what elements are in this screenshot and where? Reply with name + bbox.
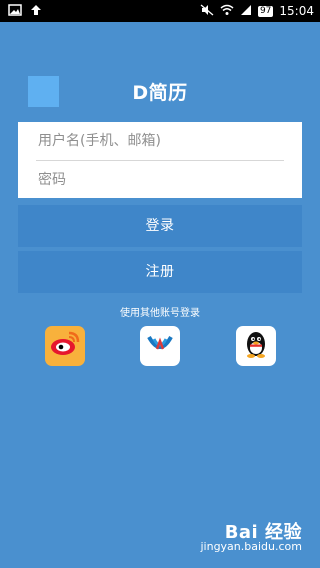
weibo-icon [48,327,82,365]
mute-icon [200,4,214,19]
status-bar: 97 15:04 [0,0,320,22]
password-row [18,161,302,199]
other-login-label: 使用其他账号登录 [120,308,200,319]
wb-social-icon [143,327,177,365]
username-input[interactable] [36,127,286,155]
login-button[interactable]: 登录 [18,205,302,247]
watermark-url: jingyan.baidu.com [200,540,302,553]
picture-notification-icon [8,3,22,19]
watermark-brand: Bai 经验 [224,522,302,543]
signal-icon [240,4,252,19]
status-time: 15:04 [279,4,314,18]
login-form-card [18,122,302,198]
status-left [0,3,42,19]
username-row [18,122,302,160]
wb-social-login-button[interactable] [140,326,180,366]
status-right: 97 15:04 [200,4,320,19]
wifi-icon [220,4,234,19]
app-title: D简历 [132,82,188,104]
app-header: D简历 [0,70,320,114]
baidu-jingyan-watermark: Bai 经验 jingyan.baidu.com [200,522,302,554]
qq-icon [239,327,273,365]
weibo-login-button[interactable] [45,326,85,366]
password-input[interactable] [36,166,286,194]
register-button[interactable]: 注册 [18,251,302,293]
qq-login-button[interactable] [236,326,276,366]
upload-arrow-icon [30,4,42,19]
battery-indicator: 97 [257,5,274,17]
